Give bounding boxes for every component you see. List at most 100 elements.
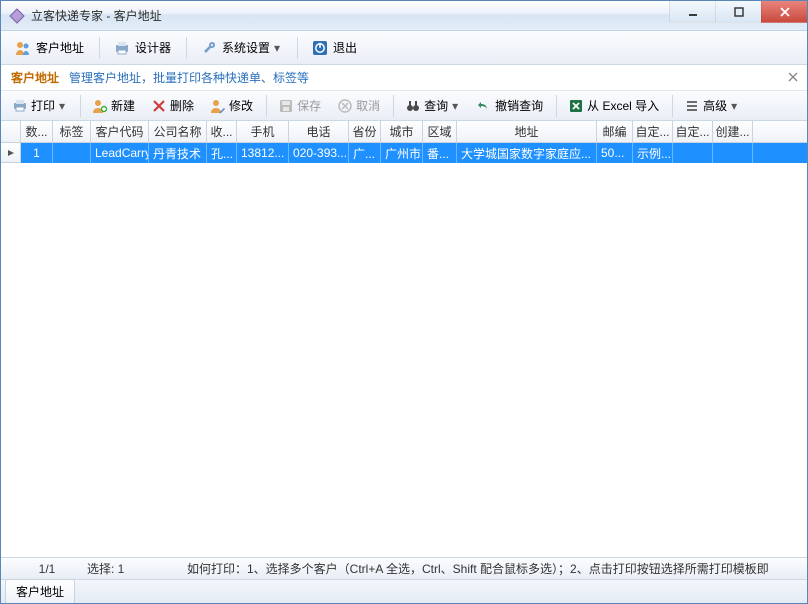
subheader-title: 客户地址 bbox=[1, 69, 69, 86]
subheader-close-icon[interactable] bbox=[785, 69, 801, 85]
minimize-button[interactable] bbox=[669, 1, 715, 23]
print-label: 打印 bbox=[31, 97, 55, 114]
new-button[interactable]: 新建 bbox=[85, 95, 142, 116]
col-addr[interactable]: 地址 bbox=[457, 121, 597, 142]
toolbar-separator bbox=[99, 37, 100, 59]
toolbar-separator bbox=[266, 95, 267, 117]
window-controls bbox=[669, 1, 807, 23]
cell-tag bbox=[53, 143, 91, 163]
customer-address-button[interactable]: 客户地址 bbox=[5, 36, 93, 60]
x-icon bbox=[151, 98, 167, 114]
col-city[interactable]: 城市 bbox=[381, 121, 423, 142]
table-row[interactable]: 1 LeadCarry 丹青技术 孔... 13812... 020-393..… bbox=[1, 143, 807, 163]
toolbar-separator bbox=[80, 95, 81, 117]
toolbar-separator bbox=[186, 37, 187, 59]
undo-icon bbox=[476, 98, 492, 114]
save-button[interactable]: 保存 bbox=[271, 95, 328, 116]
col-code[interactable]: 客户代码 bbox=[91, 121, 149, 142]
toolbar-separator bbox=[297, 37, 298, 59]
secondary-toolbar: 打印 ▾ 新建 删除 修改 保存 bbox=[1, 91, 807, 121]
col-tag[interactable]: 标签 bbox=[53, 121, 91, 142]
col-recipient[interactable]: 收... bbox=[207, 121, 237, 142]
undo-query-button[interactable]: 撤销查询 bbox=[469, 95, 550, 116]
subheader: 客户地址 管理客户地址，批量打印各种快递单、标签等 bbox=[1, 65, 807, 91]
printer-icon bbox=[12, 98, 28, 114]
toolbar-separator bbox=[556, 95, 557, 117]
edit-button[interactable]: 修改 bbox=[203, 95, 260, 116]
row-indicator-header bbox=[1, 121, 21, 142]
exit-label: 退出 bbox=[333, 39, 357, 56]
toolbar-separator bbox=[672, 95, 673, 117]
cell-phone: 020-393... bbox=[289, 143, 349, 163]
col-phone[interactable]: 电话 bbox=[289, 121, 349, 142]
designer-label: 设计器 bbox=[135, 39, 171, 56]
col-area[interactable]: 区域 bbox=[423, 121, 457, 142]
system-settings-label: 系统设置 bbox=[222, 39, 270, 56]
col-prov[interactable]: 省份 bbox=[349, 121, 381, 142]
tab-customer-address[interactable]: 客户地址 bbox=[5, 579, 75, 603]
col-cust1[interactable]: 自定... bbox=[633, 121, 673, 142]
print-button[interactable]: 打印 ▾ bbox=[5, 95, 74, 116]
cell-city: 广州市 bbox=[381, 143, 423, 163]
binoculars-icon bbox=[405, 98, 421, 114]
query-label: 查询 bbox=[424, 97, 448, 114]
close-button[interactable] bbox=[761, 1, 807, 23]
cell-addr: 大学城国家数字家庭应... bbox=[457, 143, 597, 163]
main-toolbar: 客户地址 设计器 系统设置 ▾ 退出 bbox=[1, 31, 807, 65]
cell-num: 1 bbox=[21, 143, 53, 163]
cancel-button[interactable]: 取消 bbox=[330, 95, 387, 116]
col-zip[interactable]: 邮编 bbox=[597, 121, 633, 142]
status-selection: 选择: 1 bbox=[87, 560, 187, 577]
delete-label: 删除 bbox=[170, 97, 194, 114]
excel-icon bbox=[568, 98, 584, 114]
cell-recipient: 孔... bbox=[207, 143, 237, 163]
system-settings-button[interactable]: 系统设置 ▾ bbox=[191, 36, 291, 60]
delete-button[interactable]: 删除 bbox=[144, 95, 201, 116]
cell-company: 丹青技术 bbox=[149, 143, 207, 163]
chevron-down-icon: ▾ bbox=[729, 99, 739, 113]
person-edit-icon bbox=[210, 98, 226, 114]
person-plus-icon bbox=[92, 98, 108, 114]
titlebar: 立客快递专家 - 客户地址 bbox=[1, 1, 807, 31]
subheader-description: 管理客户地址，批量打印各种快递单、标签等 bbox=[69, 69, 309, 86]
cell-cust1: 示例... bbox=[633, 143, 673, 163]
query-button[interactable]: 查询 ▾ bbox=[398, 95, 467, 116]
grid-header: 数... 标签 客户代码 公司名称 收... 手机 电话 省份 城市 区域 地址… bbox=[1, 121, 807, 143]
app-icon bbox=[9, 8, 25, 24]
cancel-label: 取消 bbox=[356, 97, 380, 114]
col-num[interactable]: 数... bbox=[21, 121, 53, 142]
printer-icon bbox=[113, 39, 131, 57]
status-help: 如何打印：1、选择多个客户（Ctrl+A 全选，Ctrl、Shift 配合鼠标多… bbox=[187, 560, 801, 577]
cell-cust2 bbox=[673, 143, 713, 163]
list-icon bbox=[684, 98, 700, 114]
status-bar: 1/1 选择: 1 如何打印：1、选择多个客户（Ctrl+A 全选，Ctrl、S… bbox=[1, 557, 807, 579]
col-mobile[interactable]: 手机 bbox=[237, 121, 289, 142]
disk-icon bbox=[278, 98, 294, 114]
cell-prov: 广... bbox=[349, 143, 381, 163]
exit-button[interactable]: 退出 bbox=[302, 36, 366, 60]
cell-area: 番... bbox=[423, 143, 457, 163]
maximize-button[interactable] bbox=[715, 1, 761, 23]
cancel-icon bbox=[337, 98, 353, 114]
row-caret-icon bbox=[7, 149, 15, 157]
cell-create bbox=[713, 143, 753, 163]
bottom-tabstrip: 客户地址 bbox=[1, 579, 807, 603]
customer-address-label: 客户地址 bbox=[36, 39, 84, 56]
chevron-down-icon: ▾ bbox=[450, 99, 460, 113]
row-indicator bbox=[1, 143, 21, 163]
col-cust2[interactable]: 自定... bbox=[673, 121, 713, 142]
import-excel-button[interactable]: 从 Excel 导入 bbox=[561, 95, 666, 116]
window-title: 立客快递专家 - 客户地址 bbox=[31, 7, 162, 24]
grid-body[interactable]: 1 LeadCarry 丹青技术 孔... 13812... 020-393..… bbox=[1, 143, 807, 557]
undo-query-label: 撤销查询 bbox=[495, 97, 543, 114]
col-company[interactable]: 公司名称 bbox=[149, 121, 207, 142]
app-window: 立客快递专家 - 客户地址 客户地址 设计器 bbox=[0, 0, 808, 604]
col-create[interactable]: 创建... bbox=[713, 121, 753, 142]
designer-button[interactable]: 设计器 bbox=[104, 36, 180, 60]
save-label: 保存 bbox=[297, 97, 321, 114]
advanced-label: 高级 bbox=[703, 97, 727, 114]
cell-zip: 50... bbox=[597, 143, 633, 163]
chevron-down-icon: ▾ bbox=[57, 99, 67, 113]
edit-label: 修改 bbox=[229, 97, 253, 114]
advanced-button[interactable]: 高级 ▾ bbox=[677, 95, 746, 116]
